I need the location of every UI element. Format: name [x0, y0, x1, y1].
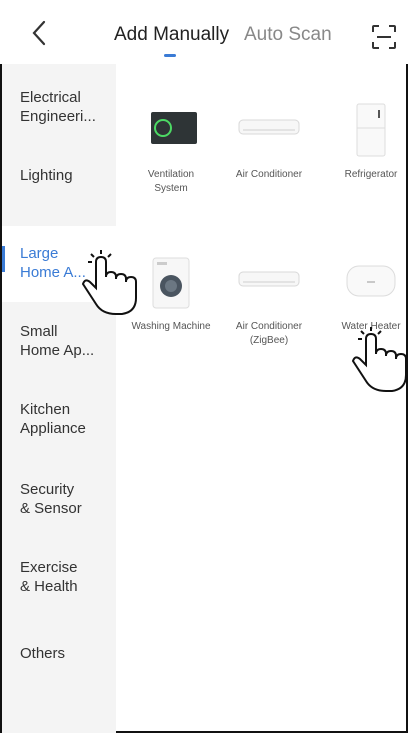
sidebar-item-exercise-health[interactable]: Exercise & Health	[2, 540, 116, 616]
device-grid: Ventilation System Air Conditioner Refri…	[117, 64, 407, 733]
sidebar-item-label: Security & Sensor	[20, 481, 82, 517]
sidebar-item-label: Electrical Engineeri...	[20, 89, 96, 125]
sidebar-item-label: Lighting	[20, 167, 73, 184]
device-tile-water-heater[interactable]: Water Heater	[323, 222, 411, 352]
device-tile-ventilation-system[interactable]: Ventilation System	[123, 70, 219, 200]
category-sidebar: Electrical Engineeri... Lighting Large H…	[2, 64, 116, 733]
sidebar-item-label: Small Home Ap...	[20, 323, 95, 359]
active-tab-indicator	[164, 54, 176, 57]
device-tile-air-conditioner-zigbee[interactable]: Air Conditioner (ZigBee)	[221, 222, 317, 352]
top-bar: Add Manually Auto Scan	[0, 0, 411, 64]
sidebar-item-small-home-appliance[interactable]: Small Home Ap...	[2, 304, 116, 380]
sidebar-item-label: Large Home A...	[20, 245, 86, 281]
device-label: Water Heater	[341, 321, 401, 332]
washing-machine-icon	[152, 257, 190, 309]
sidebar-item-others[interactable]: Others	[2, 626, 116, 702]
device-tile-refrigerator[interactable]: Refrigerator	[323, 70, 411, 200]
sidebar-item-security-sensor[interactable]: Security & Sensor	[2, 462, 116, 538]
tab-auto-scan[interactable]: Auto Scan	[244, 24, 332, 46]
sidebar-item-label: Exercise & Health	[20, 559, 78, 595]
sidebar-item-electrical-engineering[interactable]: Electrical Engineeri...	[2, 70, 116, 146]
device-label: Washing Machine	[131, 321, 211, 332]
active-category-marker	[2, 246, 5, 272]
tab-add-manually[interactable]: Add Manually	[114, 24, 229, 46]
device-tile-air-conditioner[interactable]: Air Conditioner	[221, 70, 317, 200]
device-tile-washing-machine[interactable]: Washing Machine	[123, 222, 219, 352]
back-arrow-icon[interactable]	[28, 18, 54, 48]
air-conditioner-icon	[238, 119, 300, 135]
sidebar-item-large-home-appliance[interactable]: Large Home A...	[2, 226, 116, 302]
air-conditioner-icon	[238, 271, 300, 287]
device-label: Ventilation System	[147, 169, 195, 194]
device-label: Refrigerator	[344, 169, 398, 180]
water-heater-icon	[346, 265, 396, 297]
sidebar-item-label: Kitchen Appliance	[20, 401, 86, 437]
sidebar-item-label: Others	[20, 645, 66, 662]
device-label: Air Conditioner (ZigBee)	[235, 321, 303, 346]
device-label: Air Conditioner	[235, 169, 303, 180]
ventilation-icon	[151, 112, 197, 144]
refrigerator-icon	[356, 103, 386, 157]
sidebar-item-lighting[interactable]: Lighting	[2, 148, 116, 224]
sidebar-item-kitchen-appliance[interactable]: Kitchen Appliance	[2, 382, 116, 458]
scan-icon[interactable]	[371, 24, 397, 50]
